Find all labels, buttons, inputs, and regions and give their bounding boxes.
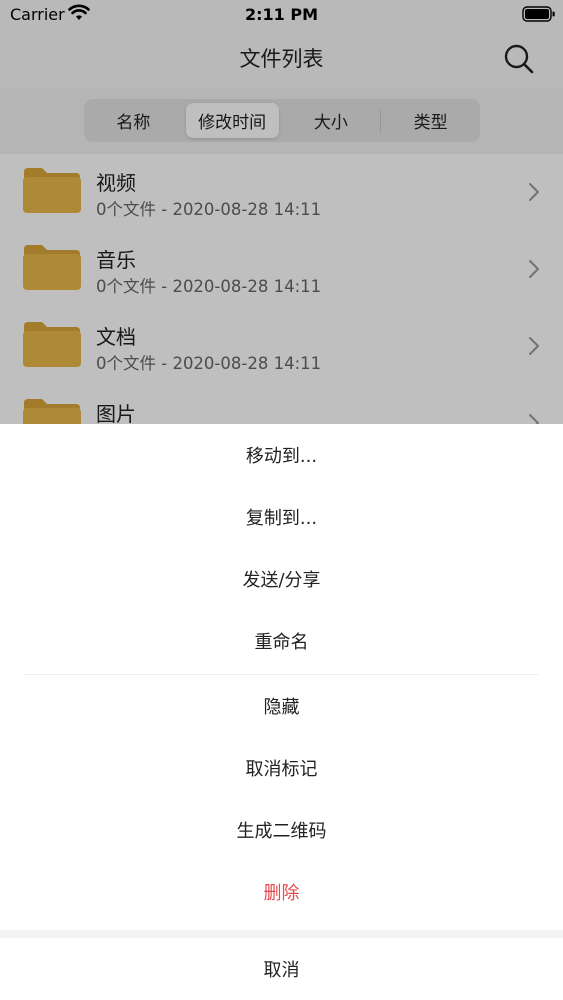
rename-button[interactable]: 重命名 [0, 610, 563, 672]
unmark-button[interactable]: 取消标记 [0, 737, 563, 799]
sheet-separator [0, 930, 563, 938]
copy-to-button[interactable]: 复制到... [0, 486, 563, 548]
cancel-button[interactable]: 取消 [0, 938, 563, 1000]
move-to-button[interactable]: 移动到... [0, 424, 563, 486]
delete-button[interactable]: 删除 [0, 861, 563, 923]
hide-button[interactable]: 隐藏 [0, 675, 563, 737]
generate-qr-code-button[interactable]: 生成二维码 [0, 799, 563, 861]
modal-overlay[interactable] [0, 0, 563, 424]
send-share-button[interactable]: 发送/分享 [0, 548, 563, 610]
action-sheet: 移动到... 复制到... 发送/分享 重命名 隐藏 取消标记 生成二维码 删除… [0, 424, 563, 1000]
